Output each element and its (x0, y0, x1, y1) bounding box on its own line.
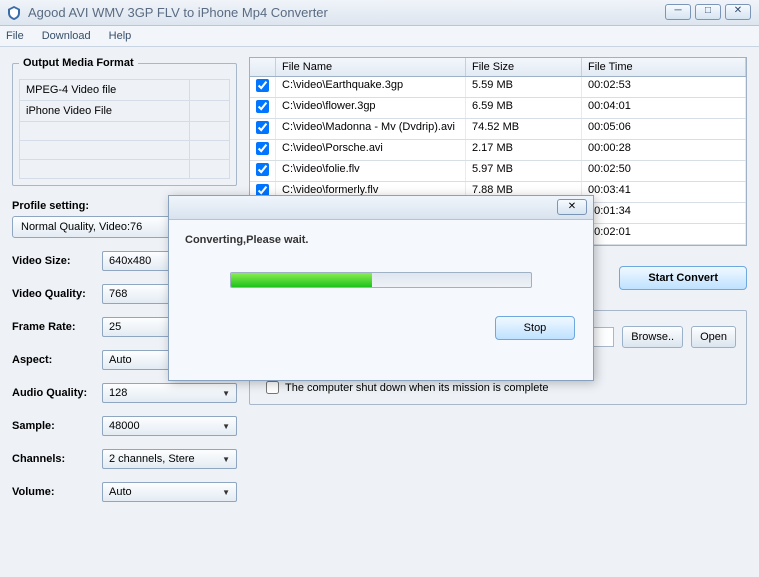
cell-filetime: 00:04:01 (582, 98, 746, 118)
row-checkbox[interactable] (256, 142, 269, 155)
chevron-down-icon: ▼ (222, 455, 230, 464)
cell-filesize: 74.52 MB (466, 119, 582, 139)
omf-legend: Output Media Format (19, 57, 138, 69)
cell-filetime: 00:03:41 (582, 182, 746, 202)
cell-filename: C:\video\Madonna - Mv (Dvdrip).avi (276, 119, 466, 139)
row-checkbox[interactable] (256, 163, 269, 176)
cell-filesize: 2.17 MB (466, 140, 582, 160)
cell-filename: C:\video\Earthquake.3gp (276, 77, 466, 97)
cell-filename: C:\video\Porsche.avi (276, 140, 466, 160)
row-checkbox[interactable] (256, 100, 269, 113)
cell-filetime: 00:02:53 (582, 77, 746, 97)
close-button[interactable]: ✕ (725, 4, 751, 20)
cell-filetime: 00:01:34 (582, 203, 746, 223)
menu-help[interactable]: Help (109, 30, 132, 42)
app-icon (6, 5, 22, 21)
cell-filetime: 00:02:50 (582, 161, 746, 181)
cell-filename: C:\video\flower.3gp (276, 98, 466, 118)
table-row[interactable]: C:\video\flower.3gp6.59 MB00:04:01 (250, 98, 746, 119)
table-row[interactable]: C:\video\Earthquake.3gp5.59 MB00:02:53 (250, 77, 746, 98)
grid-header: File Name File Size File Time (250, 58, 746, 77)
stop-button[interactable]: Stop (495, 316, 575, 340)
table-row[interactable]: C:\video\Porsche.avi2.17 MB00:00:28 (250, 140, 746, 161)
volume-select[interactable]: Auto▼ (102, 482, 237, 502)
maximize-button[interactable]: □ (695, 4, 721, 20)
progress-bar (230, 272, 532, 288)
chevron-down-icon: ▼ (222, 422, 230, 431)
cell-filename: C:\video\folie.flv (276, 161, 466, 181)
row-checkbox[interactable] (256, 79, 269, 92)
minimize-button[interactable]: ─ (665, 4, 691, 20)
browse-button[interactable]: Browse.. (622, 326, 683, 348)
menu-file[interactable]: File (6, 30, 24, 42)
row-checkbox[interactable] (256, 121, 269, 134)
sample-select[interactable]: 48000▼ (102, 416, 237, 436)
table-row[interactable]: C:\video\Madonna - Mv (Dvdrip).avi74.52 … (250, 119, 746, 140)
output-media-format: Output Media Format MPEG-4 Video file iP… (12, 57, 237, 186)
converting-dialog: ✕ Converting,Please wait. Stop (168, 195, 594, 381)
chevron-down-icon: ▼ (222, 389, 230, 398)
window-title: Agood AVI WMV 3GP FLV to iPhone Mp4 Conv… (28, 5, 328, 20)
audio-quality-select[interactable]: 128▼ (102, 383, 237, 403)
cell-filetime: 00:00:28 (582, 140, 746, 160)
cell-filetime: 00:02:01 (582, 224, 746, 244)
cell-filesize: 5.59 MB (466, 77, 582, 97)
omf-item[interactable]: iPhone Video File (20, 101, 190, 122)
cell-filesize: 6.59 MB (466, 98, 582, 118)
channels-select[interactable]: 2 channels, Stere▼ (102, 449, 237, 469)
shutdown-checkbox[interactable]: The computer shut down when its mission … (266, 381, 736, 394)
chevron-down-icon: ▼ (222, 488, 230, 497)
dialog-close-button[interactable]: ✕ (557, 199, 587, 215)
cell-filetime: 00:05:06 (582, 119, 746, 139)
progress-fill (231, 273, 372, 287)
cell-filesize: 5.97 MB (466, 161, 582, 181)
omf-list[interactable]: MPEG-4 Video file iPhone Video File (19, 79, 230, 179)
open-button[interactable]: Open (691, 326, 736, 348)
table-row[interactable]: C:\video\folie.flv5.97 MB00:02:50 (250, 161, 746, 182)
menubar: File Download Help (0, 26, 759, 47)
menu-download[interactable]: Download (42, 30, 91, 42)
titlebar: Agood AVI WMV 3GP FLV to iPhone Mp4 Conv… (0, 0, 759, 26)
dialog-titlebar: ✕ (169, 196, 593, 220)
omf-item[interactable]: MPEG-4 Video file (20, 80, 190, 101)
dialog-message: Converting,Please wait. (169, 220, 593, 254)
start-convert-button[interactable]: Start Convert (619, 266, 747, 290)
